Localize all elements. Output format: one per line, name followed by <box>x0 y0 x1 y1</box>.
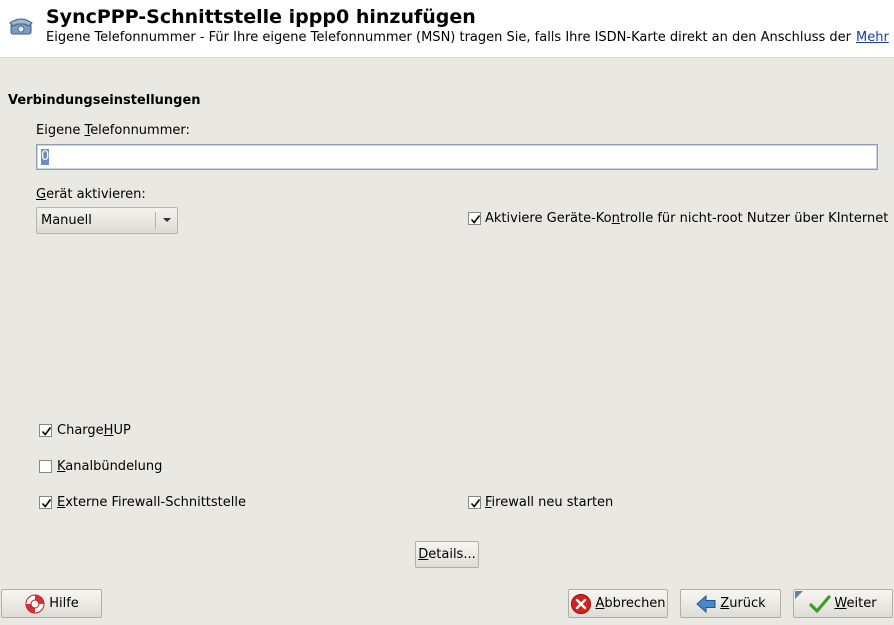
restart-firewall-label[interactable]: Firewall neu starten <box>485 495 613 510</box>
default-button-marker <box>795 591 803 599</box>
restart-firewall-checkbox[interactable] <box>468 496 481 509</box>
next-button[interactable]: Weiter <box>793 589 893 618</box>
phone-label: Eigene Telefonnummer: <box>36 123 190 138</box>
check-icon <box>41 427 52 436</box>
cancel-icon <box>570 593 592 615</box>
lifebuoy-icon <box>24 593 46 615</box>
telephone-icon <box>8 12 34 38</box>
chargehup-label[interactable]: ChargeHUP <box>57 423 131 438</box>
select-separator <box>155 212 156 229</box>
device-control-label[interactable]: Aktiviere Geräte-Kontrolle für nicht-roo… <box>485 211 888 226</box>
details-button[interactable]: Details... <box>415 541 479 568</box>
chevron-down-icon <box>163 218 171 222</box>
check-icon <box>470 499 481 508</box>
device-control-checkbox[interactable] <box>468 212 481 225</box>
phone-number-input[interactable]: 0 <box>36 144 878 170</box>
back-button[interactable]: Zurück <box>680 589 781 618</box>
external-firewall-checkbox[interactable] <box>39 496 52 509</box>
check-icon <box>470 215 481 224</box>
help-button[interactable]: Hilfe <box>1 589 102 618</box>
wizard-header: SyncPPP-Schnittstelle ippp0 hinzufügen E… <box>0 0 894 58</box>
check-icon <box>41 499 52 508</box>
device-activation-value: Manuell <box>41 213 92 228</box>
wizard-description: Eigene Telefonnummer - Für Ihre eigene T… <box>46 30 851 45</box>
device-activation-select[interactable]: Manuell <box>36 207 178 234</box>
channel-bundling-label[interactable]: Kanalbündelung <box>57 459 162 474</box>
checkmark-icon <box>809 593 832 615</box>
device-activation-label: Gerät aktivieren: <box>36 187 146 202</box>
wizard-title: SyncPPP-Schnittstelle ippp0 hinzufügen <box>46 6 476 28</box>
section-title: Verbindungseinstellungen <box>8 93 201 108</box>
chargehup-checkbox[interactable] <box>39 424 52 437</box>
cancel-button[interactable]: Abbrechen <box>568 589 668 618</box>
phone-number-value: 0 <box>41 149 50 165</box>
channel-bundling-checkbox[interactable] <box>39 460 52 473</box>
external-firewall-label[interactable]: Externe Firewall-Schnittstelle <box>57 495 246 510</box>
more-link[interactable]: Mehr <box>856 30 889 45</box>
back-arrow-icon <box>695 593 717 615</box>
